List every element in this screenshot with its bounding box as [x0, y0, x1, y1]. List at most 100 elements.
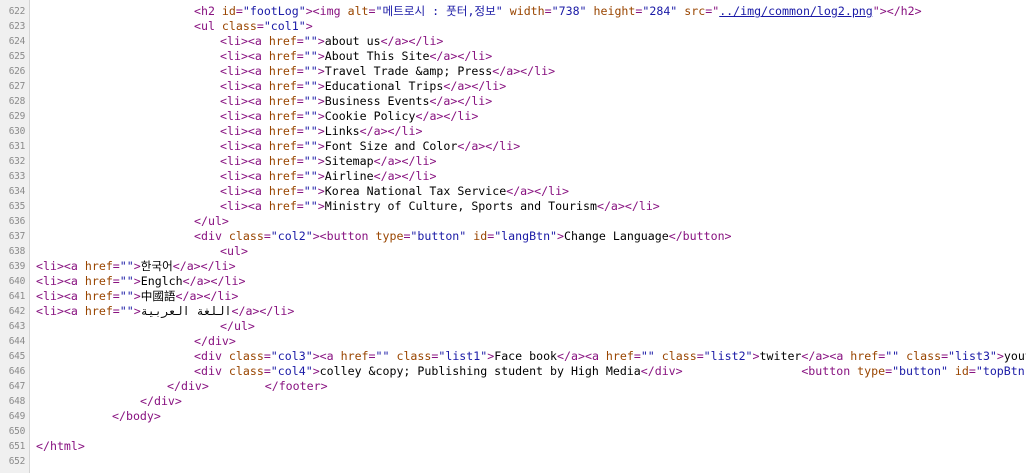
code-line: 625 <li><a href="">About This Site</a></l… — [0, 49, 1026, 64]
code-token: =" — [705, 4, 720, 18]
code-token: > — [317, 169, 325, 183]
code-token: src — [684, 4, 706, 18]
code-token: "" — [303, 124, 318, 138]
code-token: <li><a — [220, 154, 269, 168]
code-token: > — [317, 124, 325, 138]
code-token: "" — [303, 109, 318, 123]
source-link[interactable]: ../img/common/log2.png — [719, 4, 873, 18]
code-token: > — [317, 64, 325, 78]
code-token: href — [84, 274, 113, 288]
code-token: href — [268, 79, 297, 93]
code-token: <li><a — [220, 199, 269, 213]
code-token: > — [317, 154, 325, 168]
code-token: <li><a — [36, 304, 85, 318]
code-line: 628 <li><a href="">Business Events</a></l… — [0, 94, 1026, 109]
code-token: <div — [194, 349, 229, 363]
code-line: 648 </div> — [0, 394, 1026, 409]
code-line: 652 — [0, 454, 1026, 469]
code-token: = — [296, 34, 304, 48]
code-line: 651 </html> — [0, 439, 1026, 454]
code-token: <ul> — [220, 244, 248, 258]
code-token: = — [112, 289, 120, 303]
line-number: 644 — [8, 336, 26, 347]
code-token: </a></li> — [492, 64, 556, 78]
code-token: href — [268, 49, 297, 63]
code-token: "" — [640, 349, 655, 363]
code-token: </div> — [167, 379, 209, 393]
code-line: 631 <li><a href="">Font Size and Color</a… — [0, 139, 1026, 154]
code-token: = — [296, 139, 304, 153]
code-token: "areas" — [264, 0, 313, 3]
code-token: "list3" — [948, 349, 997, 363]
code-token: href — [340, 349, 369, 363]
code-token: <div — [194, 364, 229, 378]
code-token: href — [268, 124, 297, 138]
code-text: </ul> — [194, 214, 229, 229]
code-token: "" — [119, 259, 134, 273]
code-token: </footer> — [264, 379, 328, 393]
code-token: "" — [303, 169, 318, 183]
code-token: Business Events — [324, 94, 430, 108]
line-number: 639 — [8, 261, 26, 272]
code-token: "" — [303, 64, 318, 78]
code-token: Change Language — [564, 229, 669, 243]
line-number: 648 — [8, 396, 26, 407]
code-token: > — [317, 109, 325, 123]
code-token: "284" — [642, 4, 678, 18]
line-number: 636 — [8, 216, 26, 227]
code-token: > — [317, 184, 325, 198]
code-line: 635 <li><a href="">Ministry of Culture, S… — [0, 199, 1026, 214]
code-text: <li><a href="">Sitemap</a></li> — [220, 154, 436, 169]
code-token: About This Site — [324, 49, 430, 63]
code-token: = — [256, 19, 264, 33]
code-token: "col4" — [270, 364, 313, 378]
code-text: <ul> — [220, 244, 248, 259]
code-token: 中國語 — [140, 289, 176, 303]
code-token: </div> — [640, 364, 683, 378]
code-token: = — [296, 184, 304, 198]
code-token: "" — [303, 49, 318, 63]
code-line: 623 <ul class="col1"> — [0, 19, 1026, 34]
code-token: = — [296, 109, 304, 123]
code-token: <li><a — [220, 124, 269, 138]
code-text: <li><a href="">한국어</a></li> — [36, 259, 236, 274]
code-token: <div — [194, 229, 229, 243]
line-number: 652 — [8, 456, 26, 467]
code-token: > — [133, 259, 141, 273]
code-token: <li><a — [220, 64, 269, 78]
line-number: 640 — [8, 276, 26, 287]
code-token: href — [268, 169, 297, 183]
code-token: class — [228, 364, 264, 378]
line-number: 635 — [8, 201, 26, 212]
code-line: 624 <li><a href="">about us</a></li> — [0, 34, 1026, 49]
code-token: </a></li> — [457, 139, 521, 153]
code-token: "" — [119, 289, 134, 303]
code-token: = — [263, 364, 271, 378]
code-token: "></h2> — [872, 4, 922, 18]
code-token: <li><a — [36, 259, 85, 273]
code-token: Korea National Tax Service — [324, 184, 507, 198]
code-token: <h2 — [194, 4, 222, 18]
code-token: = — [296, 79, 304, 93]
code-line: 645 <div class="col3"><a href="" class="l… — [0, 349, 1026, 364]
code-token: "" — [303, 94, 318, 108]
code-token: > — [752, 349, 760, 363]
code-line: 630 <li><a href="">Links</a></li> — [0, 124, 1026, 139]
code-token: "topBtn" — [975, 364, 1026, 378]
code-token: = — [296, 124, 304, 138]
code-token: = — [696, 349, 704, 363]
code-token: </a></li> — [359, 124, 423, 138]
code-token: = — [633, 349, 641, 363]
code-token: "list1" — [438, 349, 488, 363]
code-token: <li><a — [220, 139, 269, 153]
code-line: 629 <li><a href="">Cookie Policy</a></li> — [0, 109, 1026, 124]
code-token: > — [996, 349, 1004, 363]
code-token: colley &copy; Publishing student by High… — [319, 364, 641, 378]
code-line: 634 <li><a href="">Korea National Tax Ser… — [0, 184, 1026, 199]
code-token: class — [228, 349, 264, 363]
code-line: 639 <li><a href="">한국어</a></li> — [0, 259, 1026, 274]
code-line: 638 <ul> — [0, 244, 1026, 259]
